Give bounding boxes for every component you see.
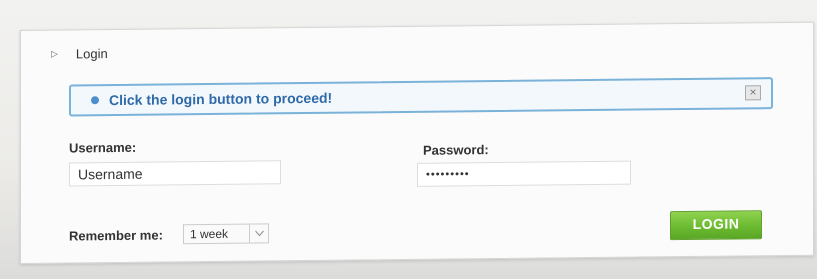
remember-me-label: Remember me: <box>69 227 163 244</box>
info-notice: Click the login button to proceed! ✕ <box>69 77 773 117</box>
login-panel: ▷ Login Click the login button to procee… <box>20 21 814 264</box>
panel-title: Login <box>75 46 108 62</box>
login-button[interactable]: LOGIN <box>670 210 762 241</box>
username-input[interactable] <box>69 160 281 187</box>
info-dot-icon <box>91 96 99 105</box>
password-label: Password: <box>423 142 489 158</box>
panel-header: ▷ Login <box>51 46 108 62</box>
collapse-arrow-icon[interactable]: ▷ <box>51 49 58 60</box>
notice-message: Click the login button to proceed! <box>109 89 333 109</box>
remember-duration-select[interactable]: 1 week <box>183 223 269 245</box>
remember-duration-value: 1 week <box>190 226 229 242</box>
password-input[interactable] <box>417 160 631 187</box>
username-label: Username: <box>69 139 137 156</box>
chevron-down-icon[interactable] <box>249 224 268 243</box>
close-icon[interactable]: ✕ <box>745 85 761 101</box>
